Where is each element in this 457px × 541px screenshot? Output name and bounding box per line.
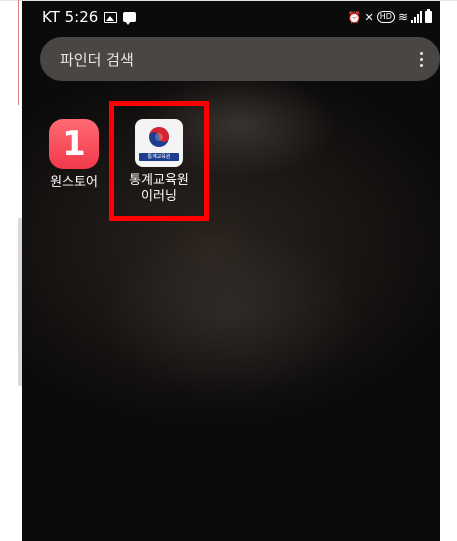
gallery-icon <box>104 11 118 23</box>
battery-icon <box>425 9 432 23</box>
search-placeholder: 파인더 검색 <box>60 51 134 69</box>
status-bar: KT 5:26 ⏰ ✕ HD ≋ <box>22 1 440 31</box>
frame-red-marker <box>18 0 19 105</box>
message-icon <box>123 12 137 25</box>
alarm-icon: ⏰ <box>347 10 362 24</box>
signal-icon <box>411 11 422 23</box>
finder-search-bar[interactable]: 파인더 검색 <box>40 37 440 81</box>
more-vertical-icon[interactable] <box>414 47 428 71</box>
onestore-icon: 1 <box>49 119 99 169</box>
onestore-icon-digit: 1 <box>62 124 86 164</box>
status-time: KT 5:26 <box>42 8 99 26</box>
app-label-onestore: 원스토어 <box>50 175 98 190</box>
app-onestore[interactable]: 1 원스토어 <box>32 119 116 191</box>
status-left: KT 5:26 <box>42 8 137 26</box>
highlight-box <box>109 101 209 221</box>
mute-icon: ✕ <box>364 10 374 24</box>
status-right: ⏰ ✕ HD ≋ <box>347 9 432 24</box>
hd-volte-icon: HD <box>376 11 395 23</box>
phone-screen: KT 5:26 ⏰ ✕ HD ≋ 파인더 검색 1 원스토어 통계교육원 통계교… <box>22 1 440 541</box>
wifi-icon: ≋ <box>397 10 408 24</box>
